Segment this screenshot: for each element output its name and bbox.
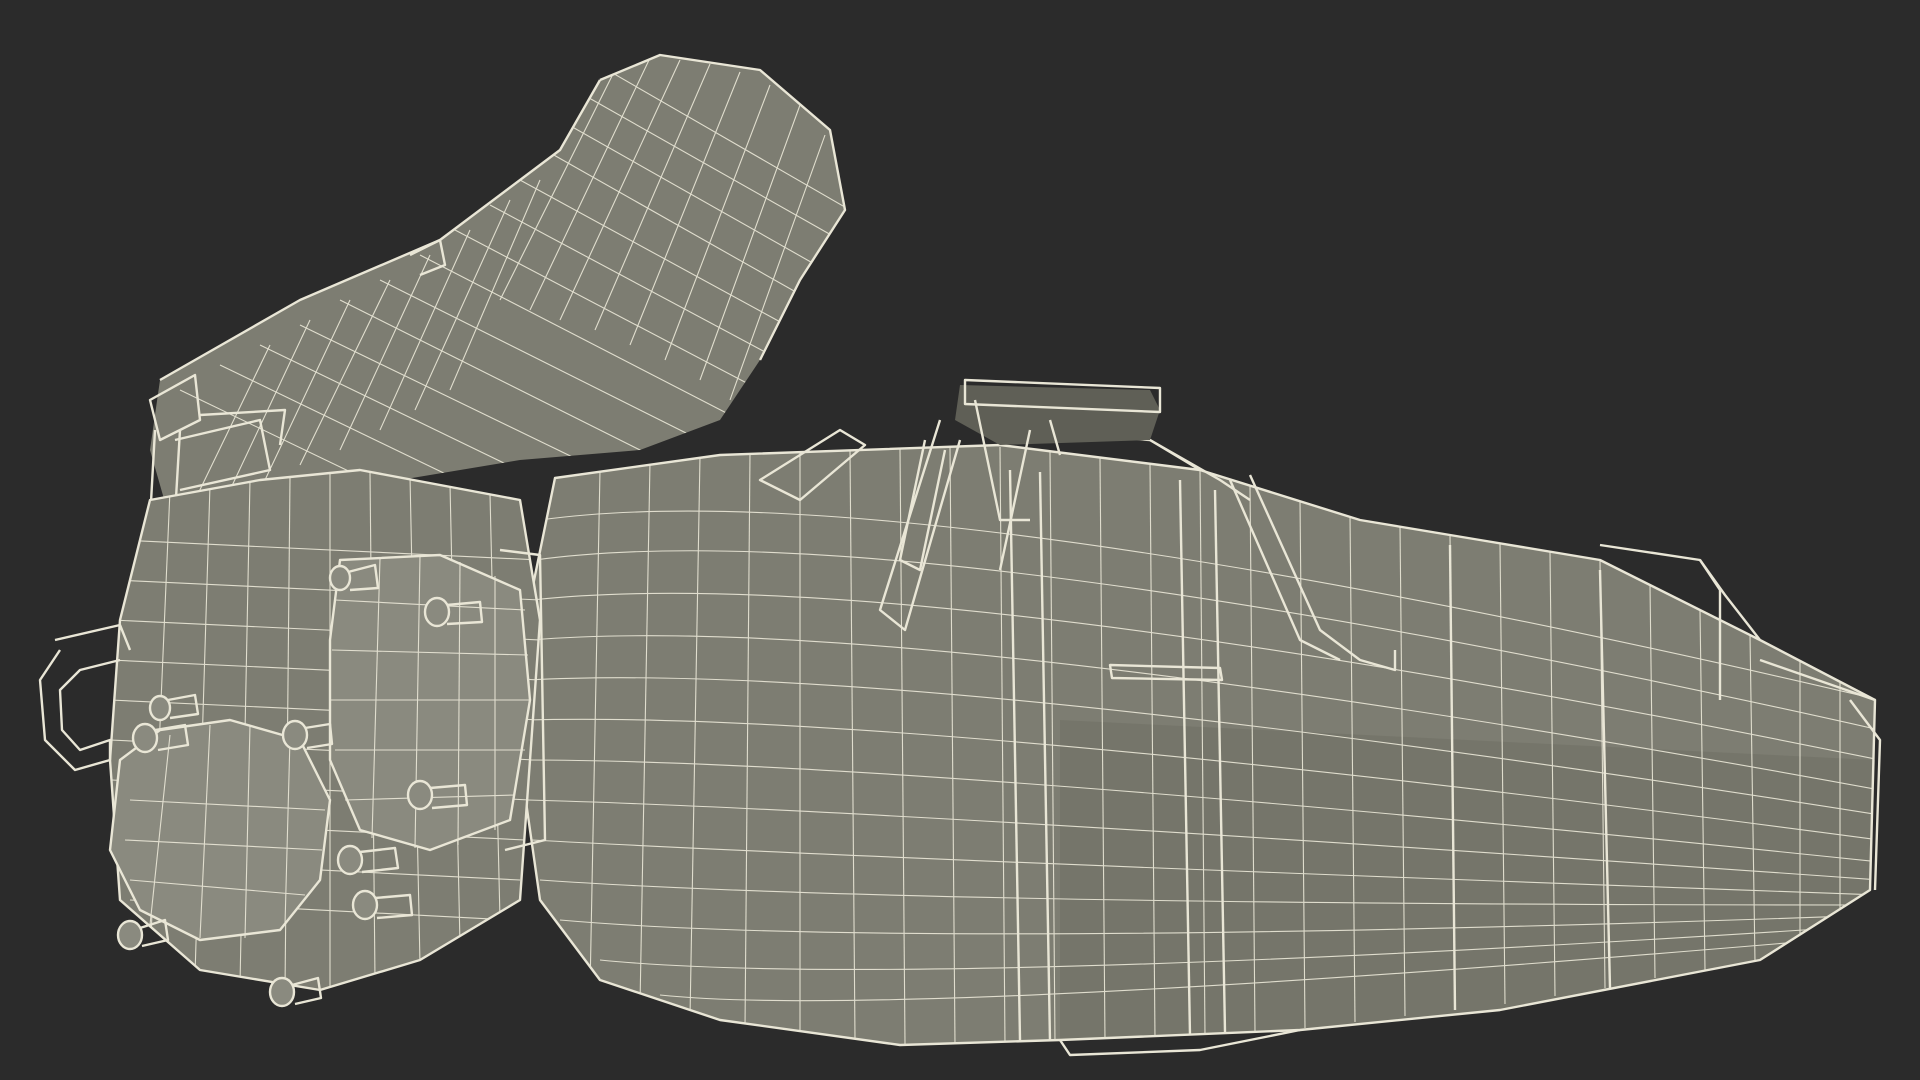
render-viewport: [0, 0, 1920, 1080]
main-barrel: [518, 428, 1877, 1057]
upper-cylinder: [148, 53, 847, 522]
wireframe-mesh-render: [38, 53, 1882, 1057]
